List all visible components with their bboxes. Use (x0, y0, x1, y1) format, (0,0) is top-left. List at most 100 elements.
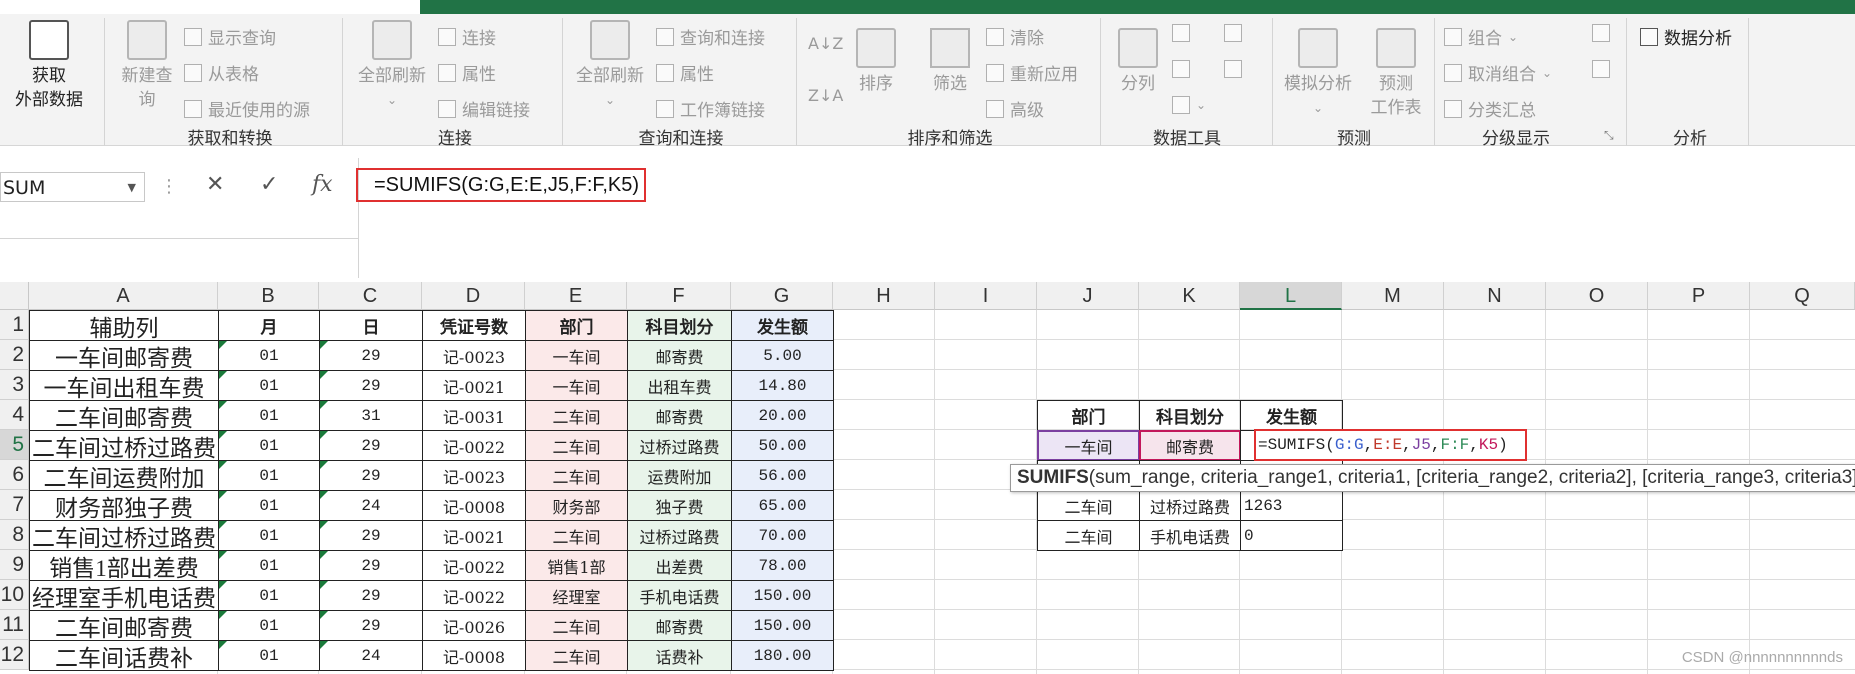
column-header-m[interactable]: M (1342, 282, 1444, 310)
column-header-e[interactable]: E (525, 282, 627, 310)
table-header-6[interactable]: 科目划分 (627, 310, 732, 341)
cell-b10[interactable]: 01 (218, 580, 320, 611)
sort-button[interactable]: 排序 (848, 28, 904, 96)
refresh-all-button[interactable]: 全部刷新 ⌄ (352, 20, 432, 112)
refresh-all-button-2[interactable]: 全部刷新 ⌄ (570, 20, 650, 112)
cell-g2[interactable]: 5.00 (731, 340, 834, 371)
lookup-cell-l7[interactable]: 1263 (1240, 490, 1343, 521)
cell-g3[interactable]: 14.80 (731, 370, 834, 401)
column-header-p[interactable]: P (1648, 282, 1750, 310)
column-header-d[interactable]: D (422, 282, 525, 310)
cell-c3[interactable]: 29 (319, 370, 423, 401)
dialog-launcher-icon[interactable]: ⤡ (1604, 128, 1614, 143)
cell-b4[interactable]: 01 (218, 400, 320, 431)
filter-button[interactable]: 筛选 (920, 28, 980, 96)
lookup-header-1[interactable]: 部门 (1037, 400, 1140, 431)
cell-e6[interactable]: 二车间 (525, 460, 628, 491)
show-detail-button[interactable] (1592, 24, 1610, 42)
properties-button[interactable]: 属性 (438, 60, 496, 85)
cell-g10[interactable]: 150.00 (731, 580, 834, 611)
lookup-header-3[interactable]: 发生额 (1240, 400, 1343, 431)
formula-text[interactable]: =SUMIFS(G:G,E:E,J5,F:F,K5) (356, 168, 646, 202)
cell-d9[interactable]: 记-0022 (422, 550, 526, 581)
cell-a9[interactable]: 销售1部出差费 (29, 550, 219, 581)
column-header-b[interactable]: B (218, 282, 319, 310)
cell-c10[interactable]: 29 (319, 580, 423, 611)
cell-b11[interactable]: 01 (218, 610, 320, 641)
table-header-5[interactable]: 部门 (525, 310, 628, 341)
cell-b9[interactable]: 01 (218, 550, 320, 581)
cell-b7[interactable]: 01 (218, 490, 320, 521)
lookup-cell-j5[interactable]: 一车间 (1037, 430, 1140, 461)
editing-cell-l5[interactable]: =SUMIFS(G:G,E:E,J5,F:F,K5) (1254, 429, 1527, 461)
cancel-button[interactable]: ✕ (206, 172, 224, 197)
cell-g5[interactable]: 50.00 (731, 430, 834, 461)
show-queries-button[interactable]: 显示查询 (184, 24, 276, 49)
row-header-9[interactable]: 9 (0, 550, 29, 580)
cell-c7[interactable]: 24 (319, 490, 423, 521)
function-argument-tooltip[interactable]: SUMIFS(sum_range, criteria_range1, crite… (1010, 464, 1855, 492)
enter-button[interactable]: ✓ (260, 172, 278, 197)
table-header-2[interactable]: 月 (218, 310, 320, 341)
queries-connections-button[interactable]: 查询和连接 (656, 24, 765, 49)
consolidate-button[interactable] (1224, 24, 1242, 42)
cell-c8[interactable]: 29 (319, 520, 423, 551)
what-if-analysis-button[interactable]: 模拟分析 ⌄ (1280, 28, 1356, 120)
column-header-g[interactable]: G (731, 282, 833, 310)
cell-e9[interactable]: 销售1部 (525, 550, 628, 581)
recent-sources-button[interactable]: 最近使用的源 (184, 96, 310, 121)
edit-links-button[interactable]: 编辑链接 (438, 96, 530, 121)
cell-d10[interactable]: 记-0022 (422, 580, 526, 611)
get-external-data-button[interactable]: 获取 外部数据 (0, 20, 98, 112)
row-header-11[interactable]: 11 (0, 610, 29, 640)
cell-f12[interactable]: 话费补 (627, 640, 732, 671)
cell-a7[interactable]: 财务部独子费 (29, 490, 219, 521)
row-header-10[interactable]: 10 (0, 580, 29, 610)
column-header-n[interactable]: N (1444, 282, 1546, 310)
row-header-4[interactable]: 4 (0, 400, 29, 430)
cell-b3[interactable]: 01 (218, 370, 320, 401)
cell-f5[interactable]: 过桥过路费 (627, 430, 732, 461)
cell-f7[interactable]: 独子费 (627, 490, 732, 521)
cell-f11[interactable]: 邮寄费 (627, 610, 732, 641)
group-button[interactable]: 组合 ⌄ (1444, 24, 1518, 49)
data-analysis-button[interactable]: 数据分析 (1640, 24, 1732, 49)
cell-d12[interactable]: 记-0008 (422, 640, 526, 671)
cell-f4[interactable]: 邮寄费 (627, 400, 732, 431)
select-all-corner[interactable] (0, 282, 29, 310)
cell-d8[interactable]: 记-0021 (422, 520, 526, 551)
column-header-i[interactable]: I (935, 282, 1037, 310)
remove-duplicates-button[interactable] (1172, 60, 1190, 78)
lookup-cell-j8[interactable]: 二车间 (1037, 520, 1140, 551)
lookup-cell-l8[interactable]: 0 (1240, 520, 1343, 551)
subtotal-button[interactable]: 分类汇总 (1444, 96, 1536, 121)
table-header-1[interactable]: 辅助列 (29, 310, 219, 341)
properties-button-2[interactable]: 属性 (656, 60, 714, 85)
ungroup-button[interactable]: 取消组合 ⌄ (1444, 60, 1552, 85)
cell-d6[interactable]: 记-0023 (422, 460, 526, 491)
cell-f9[interactable]: 出差费 (627, 550, 732, 581)
cell-a4[interactable]: 二车间邮寄费 (29, 400, 219, 431)
from-table-button[interactable]: 从表格 (184, 60, 259, 85)
cell-d4[interactable]: 记-0031 (422, 400, 526, 431)
column-header-h[interactable]: H (833, 282, 935, 310)
cell-e8[interactable]: 二车间 (525, 520, 628, 551)
cell-b2[interactable]: 01 (218, 340, 320, 371)
table-header-4[interactable]: 凭证号数 (422, 310, 526, 341)
cell-e3[interactable]: 一车间 (525, 370, 628, 401)
row-header-7[interactable]: 7 (0, 490, 29, 520)
cell-f2[interactable]: 邮寄费 (627, 340, 732, 371)
row-header-12[interactable]: 12 (0, 640, 29, 670)
new-query-button[interactable]: 新建查 询 (112, 20, 182, 112)
row-header-3[interactable]: 3 (0, 370, 29, 400)
column-header-f[interactable]: F (627, 282, 731, 310)
sort-descending-button[interactable]: Z↓A (808, 86, 843, 105)
cell-a10[interactable]: 经理室手机电话费 (29, 580, 219, 611)
cell-a12[interactable]: 二车间话费补 (29, 640, 219, 671)
cell-g8[interactable]: 70.00 (731, 520, 834, 551)
cell-d5[interactable]: 记-0022 (422, 430, 526, 461)
lookup-cell-k5[interactable]: 邮寄费 (1139, 430, 1241, 461)
flash-fill-button[interactable] (1172, 24, 1190, 42)
cell-a3[interactable]: 一车间出租车费 (29, 370, 219, 401)
workbook-links-button[interactable]: 工作簿链接 (656, 96, 765, 121)
